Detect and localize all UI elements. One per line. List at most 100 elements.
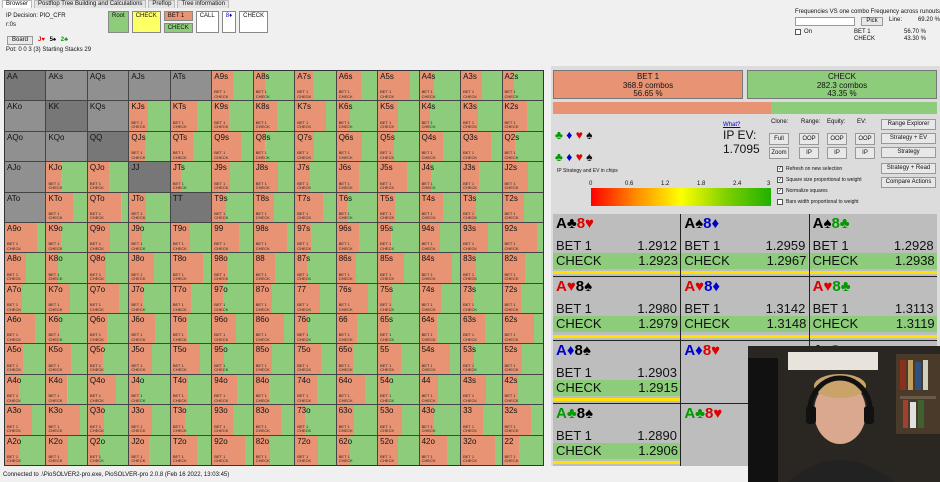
hand-cell-32o[interactable]: BET 1 CHECK 32o	[461, 435, 502, 465]
hand-cell-j5s[interactable]: BET 1 CHECK J5s	[378, 162, 419, 192]
refresh-checkbox[interactable]: ✓	[777, 165, 783, 172]
strategy-ev-button[interactable]: Strategy + EV	[881, 133, 936, 144]
hand-cell-k5s[interactable]: BET 1 CHECK K5s	[378, 101, 419, 131]
diamond-icon[interactable]: ♦	[566, 150, 572, 164]
hand-cell-63o[interactable]: BET 1 CHECK 63o	[336, 405, 378, 435]
hand-cell-87s[interactable]: BET 1 CHECK 87s	[295, 253, 336, 283]
hand-cell-74s[interactable]: BET 1 CHECK 74s	[419, 283, 461, 314]
hand-cell-92s[interactable]: BET 1 CHECK 92s	[502, 222, 543, 253]
compare-actions-button[interactable]: Compare Actions	[881, 177, 936, 188]
hand-cell-65s[interactable]: BET 1 CHECK 65s	[378, 314, 419, 344]
node-bet1[interactable]: BET 1	[163, 11, 193, 21]
hand-cell-q8o[interactable]: BET 1 CHECK Q8o	[87, 253, 129, 283]
hand-cell-54s[interactable]: BET 1 CHECK 54s	[419, 344, 461, 374]
hand-cell-j6s[interactable]: BET 1 CHECK J6s	[336, 162, 378, 192]
hand-cell-92o[interactable]: BET 1 CHECK 92o	[212, 435, 253, 465]
hand-cell-kqo[interactable]: KQo	[46, 131, 87, 162]
hand-cell-84o[interactable]: BET 1 CHECK 84o	[253, 374, 295, 405]
hand-cell-kqs[interactable]: KQs	[87, 101, 129, 131]
hand-cell-j2o[interactable]: BET 1 CHECK J2o	[129, 435, 170, 465]
hand-cell-qjo[interactable]: BET 1 CHECK QJo	[87, 162, 129, 192]
hand-cell-jts[interactable]: BET 1 CHECK JTs	[170, 162, 212, 192]
hand-cell-j4o[interactable]: BET 1 CHECK J4o	[129, 374, 170, 405]
hand-cell-t5s[interactable]: BET 1 CHECK T5s	[378, 192, 419, 222]
hand-cell-q5s[interactable]: BET 1 CHECK Q5s	[378, 131, 419, 162]
hand-cell-ajo[interactable]: AJo	[5, 162, 46, 192]
combo-cell[interactable]: A♥8♣ BET 1 1.3113 CHECK 1.3119	[809, 277, 937, 340]
tab-tree-info[interactable]: Tree information	[177, 0, 229, 8]
diamond-icon[interactable]: ♦	[566, 128, 572, 142]
hand-cell-q2o[interactable]: BET 1 CHECK Q2o	[87, 435, 129, 465]
hand-cell-qjs[interactable]: BET 1 CHECK QJs	[129, 131, 170, 162]
hand-cell-k9s[interactable]: BET 1 CHECK K9s	[212, 101, 253, 131]
hand-cell-53o[interactable]: BET 1 CHECK 53o	[378, 405, 419, 435]
hand-cell-53s[interactable]: BET 1 CHECK 53s	[461, 344, 502, 374]
hand-cell-97o[interactable]: BET 1 CHECK 97o	[212, 283, 253, 314]
tab-preflop[interactable]: Preflop	[148, 0, 176, 8]
hand-cell-t9s[interactable]: BET 1 CHECK T9s	[212, 192, 253, 222]
hand-cell-j6o[interactable]: BET 1 CHECK J6o	[129, 314, 170, 344]
on-checkbox[interactable]	[795, 29, 801, 35]
hand-cell-33[interactable]: BET 1 CHECK 33	[461, 405, 502, 435]
hand-cell-76o[interactable]: BET 1 CHECK 76o	[295, 314, 336, 344]
hand-cell-76s[interactable]: BET 1 CHECK 76s	[336, 283, 378, 314]
hand-cell-qts[interactable]: BET 1 CHECK QTs	[170, 131, 212, 162]
hand-cell-a2o[interactable]: BET 1 CHECK A2o	[5, 435, 46, 465]
hand-cell-t9o[interactable]: BET 1 CHECK T9o	[170, 222, 212, 253]
action-bet1[interactable]: BET 1 368.9 combos 56.65 %	[553, 70, 743, 99]
hand-cell-54o[interactable]: BET 1 CHECK 54o	[378, 374, 419, 405]
combo-cell[interactable]: A♣8♥ BET 1 1.2912 CHECK 1.2923	[553, 214, 681, 277]
hand-cell-k6s[interactable]: BET 1 CHECK K6s	[336, 101, 378, 131]
hand-cell-q4o[interactable]: BET 1 CHECK Q4o	[87, 374, 129, 405]
hand-cell-j7s[interactable]: BET 1 CHECK J7s	[295, 162, 336, 192]
hand-cell-a8o[interactable]: BET 1 CHECK A8o	[5, 253, 46, 283]
hand-cell-q6o[interactable]: BET 1 CHECK Q6o	[87, 314, 129, 344]
hand-cell-qto[interactable]: BET 1 CHECK QTo	[87, 192, 129, 222]
hand-cell-a4s[interactable]: BET 1 CHECK A4s	[419, 71, 461, 101]
hand-cell-qq[interactable]: QQ	[87, 131, 129, 162]
normalize-checkbox[interactable]: ✓	[777, 187, 783, 194]
combo-cell[interactable]: A♣8♠ BET 1 1.2890 CHECK 1.2906	[553, 403, 681, 466]
hand-cell-t8s[interactable]: BET 1 CHECK T8s	[253, 192, 295, 222]
hand-cell-93o[interactable]: BET 1 CHECK 93o	[212, 405, 253, 435]
hand-cell-42s[interactable]: BET 1 CHECK 42s	[502, 374, 543, 405]
hand-cell-98o[interactable]: BET 1 CHECK 98o	[212, 253, 253, 283]
node-call[interactable]: CALL	[195, 11, 219, 33]
hand-cell-q7o[interactable]: BET 1 CHECK Q7o	[87, 283, 129, 314]
hand-cell-a8s[interactable]: BET 1 CHECK A8s	[253, 71, 295, 101]
hand-cell-jj[interactable]: JJ	[129, 162, 170, 192]
hand-cell-k4o[interactable]: BET 1 CHECK K4o	[46, 374, 87, 405]
hand-cell-j5o[interactable]: BET 1 CHECK J5o	[129, 344, 170, 374]
hand-cell-kjs[interactable]: BET 1 CHECK KJs	[129, 101, 170, 131]
strategy-button[interactable]: Strategy	[881, 147, 936, 158]
hand-cell-t7s[interactable]: BET 1 CHECK T7s	[295, 192, 336, 222]
hand-cell-64s[interactable]: BET 1 CHECK 64s	[419, 314, 461, 344]
hand-cell-jto[interactable]: BET 1 CHECK JTo	[129, 192, 170, 222]
hand-cell-63s[interactable]: BET 1 CHECK 63s	[461, 314, 502, 344]
hand-cell-86s[interactable]: BET 1 CHECK 86s	[336, 253, 378, 283]
hand-cell-q2s[interactable]: BET 1 CHECK Q2s	[502, 131, 543, 162]
hand-cell-a5o[interactable]: BET 1 CHECK A5o	[5, 344, 46, 374]
hand-cell-52s[interactable]: BET 1 CHECK 52s	[502, 344, 543, 374]
hand-cell-j3s[interactable]: BET 1 CHECK J3s	[461, 162, 502, 192]
node-root[interactable]: Root	[108, 11, 129, 33]
hand-cell-86o[interactable]: BET 1 CHECK 86o	[253, 314, 295, 344]
hand-cell-85o[interactable]: BET 1 CHECK 85o	[253, 344, 295, 374]
combo-cell[interactable]: A♦8♠ BET 1 1.2903 CHECK 1.2915	[553, 340, 681, 403]
hand-cell-43o[interactable]: BET 1 CHECK 43o	[419, 405, 461, 435]
hand-cell-ajs[interactable]: AJs	[129, 71, 170, 101]
hand-cell-66[interactable]: BET 1 CHECK 66	[336, 314, 378, 344]
hand-cell-k7o[interactable]: BET 1 CHECK K7o	[46, 283, 87, 314]
hand-cell-k7s[interactable]: BET 1 CHECK K7s	[295, 101, 336, 131]
hand-cell-t4o[interactable]: BET 1 CHECK T4o	[170, 374, 212, 405]
hand-cell-kts[interactable]: BET 1 CHECK KTs	[170, 101, 212, 131]
zoom-button[interactable]: Zoom	[769, 147, 789, 159]
strategy-read-button[interactable]: Strategy + Read	[881, 163, 936, 174]
heart-icon[interactable]: ♥	[576, 150, 583, 164]
hand-cell-q9s[interactable]: BET 1 CHECK Q9s	[212, 131, 253, 162]
hand-cell-t8o[interactable]: BET 1 CHECK T8o	[170, 253, 212, 283]
hand-cell-j9s[interactable]: BET 1 CHECK J9s	[212, 162, 253, 192]
hand-cell-q5o[interactable]: BET 1 CHECK Q5o	[87, 344, 129, 374]
hand-cell-a2s[interactable]: BET 1 CHECK A2s	[502, 71, 543, 101]
hand-cell-a6s[interactable]: BET 1 CHECK A6s	[336, 71, 378, 101]
